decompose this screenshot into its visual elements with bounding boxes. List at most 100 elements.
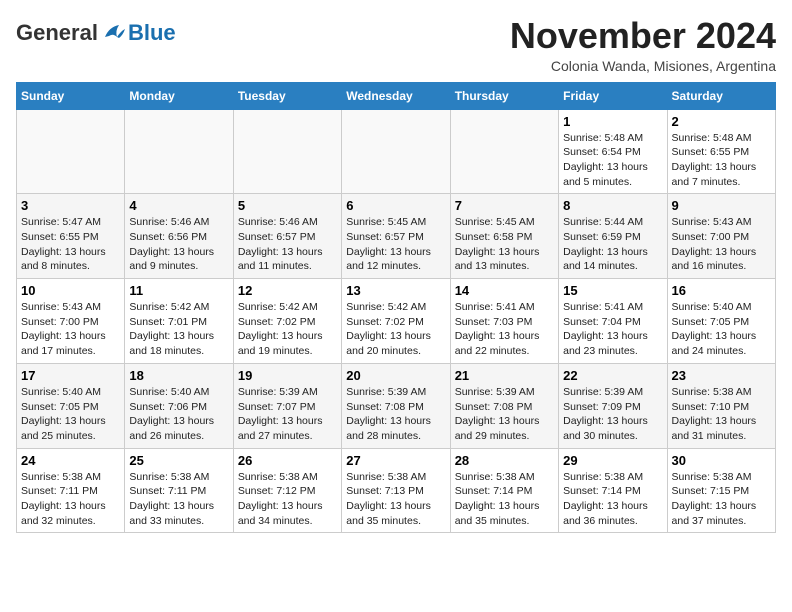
day-info: Sunrise: 5:42 AMSunset: 7:01 PMDaylight:… <box>129 300 228 359</box>
table-row: 26 Sunrise: 5:38 AMSunset: 7:12 PMDayligh… <box>233 448 341 533</box>
table-row <box>233 109 341 194</box>
day-number: 10 <box>21 283 120 298</box>
day-info: Sunrise: 5:48 AMSunset: 6:54 PMDaylight:… <box>563 131 662 190</box>
day-number: 24 <box>21 453 120 468</box>
day-number: 9 <box>672 198 771 213</box>
table-row: 3 Sunrise: 5:47 AMSunset: 6:55 PMDaylight… <box>17 194 125 279</box>
table-row <box>342 109 450 194</box>
day-info: Sunrise: 5:40 AMSunset: 7:05 PMDaylight:… <box>672 300 771 359</box>
day-info: Sunrise: 5:48 AMSunset: 6:55 PMDaylight:… <box>672 131 771 190</box>
day-number: 29 <box>563 453 662 468</box>
table-row: 22Sunrise: 5:39 AMSunset: 7:09 PMDayligh… <box>559 363 667 448</box>
table-row <box>125 109 233 194</box>
day-info: Sunrise: 5:38 AMSunset: 7:12 PMDaylight:… <box>238 470 337 529</box>
day-number: 20 <box>346 368 445 383</box>
logo-bird-icon <box>99 23 127 45</box>
day-info: Sunrise: 5:42 AMSunset: 7:02 PMDaylight:… <box>346 300 445 359</box>
day-info: Sunrise: 5:40 AMSunset: 7:06 PMDaylight:… <box>129 385 228 444</box>
day-number: 15 <box>563 283 662 298</box>
day-number: 7 <box>455 198 554 213</box>
day-info: Sunrise: 5:38 AMSunset: 7:14 PMDaylight:… <box>455 470 554 529</box>
calendar-header-row: Sunday Monday Tuesday Wednesday Thursday… <box>17 82 776 109</box>
table-row: 21 Sunrise: 5:39 AMSunset: 7:08 PMDayligh… <box>450 363 558 448</box>
table-row: 10 Sunrise: 5:43 AMSunset: 7:00 PMDayligh… <box>17 279 125 364</box>
day-number: 1 <box>563 114 662 129</box>
table-row: 30 Sunrise: 5:38 AMSunset: 7:15 PMDayligh… <box>667 448 775 533</box>
table-row: 14 Sunrise: 5:41 AMSunset: 7:03 PMDayligh… <box>450 279 558 364</box>
calendar-week-row: 10 Sunrise: 5:43 AMSunset: 7:00 PMDayligh… <box>17 279 776 364</box>
day-info: Sunrise: 5:38 AMSunset: 7:15 PMDaylight:… <box>672 470 771 529</box>
day-info: Sunrise: 5:38 AMSunset: 7:11 PMDaylight:… <box>129 470 228 529</box>
location-subtitle: Colonia Wanda, Misiones, Argentina <box>510 58 776 74</box>
day-info: Sunrise: 5:45 AMSunset: 6:58 PMDaylight:… <box>455 215 554 274</box>
table-row: 24 Sunrise: 5:38 AMSunset: 7:11 PMDayligh… <box>17 448 125 533</box>
day-info: Sunrise: 5:43 AMSunset: 7:00 PMDaylight:… <box>21 300 120 359</box>
col-sunday: Sunday <box>17 82 125 109</box>
table-row: 13 Sunrise: 5:42 AMSunset: 7:02 PMDayligh… <box>342 279 450 364</box>
day-info: Sunrise: 5:45 AMSunset: 6:57 PMDaylight:… <box>346 215 445 274</box>
day-number: 18 <box>129 368 228 383</box>
calendar-table: Sunday Monday Tuesday Wednesday Thursday… <box>16 82 776 534</box>
day-number: 30 <box>672 453 771 468</box>
day-number: 2 <box>672 114 771 129</box>
table-row: 2 Sunrise: 5:48 AMSunset: 6:55 PMDaylight… <box>667 109 775 194</box>
day-info: Sunrise: 5:38 AMSunset: 7:11 PMDaylight:… <box>21 470 120 529</box>
day-info: Sunrise: 5:47 AMSunset: 6:55 PMDaylight:… <box>21 215 120 274</box>
day-number: 13 <box>346 283 445 298</box>
day-number: 19 <box>238 368 337 383</box>
day-number: 6 <box>346 198 445 213</box>
day-info: Sunrise: 5:46 AMSunset: 6:57 PMDaylight:… <box>238 215 337 274</box>
day-number: 22 <box>563 368 662 383</box>
day-info: Sunrise: 5:42 AMSunset: 7:02 PMDaylight:… <box>238 300 337 359</box>
day-info: Sunrise: 5:41 AMSunset: 7:04 PMDaylight:… <box>563 300 662 359</box>
day-info: Sunrise: 5:41 AMSunset: 7:03 PMDaylight:… <box>455 300 554 359</box>
day-number: 12 <box>238 283 337 298</box>
table-row: 11 Sunrise: 5:42 AMSunset: 7:01 PMDayligh… <box>125 279 233 364</box>
table-row <box>450 109 558 194</box>
table-row: 19Sunrise: 5:39 AMSunset: 7:07 PMDayligh… <box>233 363 341 448</box>
table-row: 8Sunrise: 5:44 AMSunset: 6:59 PMDaylight… <box>559 194 667 279</box>
day-info: Sunrise: 5:39 AMSunset: 7:08 PMDaylight:… <box>346 385 445 444</box>
col-saturday: Saturday <box>667 82 775 109</box>
day-number: 3 <box>21 198 120 213</box>
day-number: 21 <box>455 368 554 383</box>
day-info: Sunrise: 5:39 AMSunset: 7:08 PMDaylight:… <box>455 385 554 444</box>
calendar-week-row: 3 Sunrise: 5:47 AMSunset: 6:55 PMDaylight… <box>17 194 776 279</box>
table-row: 12 Sunrise: 5:42 AMSunset: 7:02 PMDayligh… <box>233 279 341 364</box>
calendar-week-row: 24 Sunrise: 5:38 AMSunset: 7:11 PMDayligh… <box>17 448 776 533</box>
table-row: 23Sunrise: 5:38 AMSunset: 7:10 PMDayligh… <box>667 363 775 448</box>
day-number: 28 <box>455 453 554 468</box>
table-row: 9Sunrise: 5:43 AMSunset: 7:00 PMDaylight… <box>667 194 775 279</box>
table-row: 27Sunrise: 5:38 AMSunset: 7:13 PMDayligh… <box>342 448 450 533</box>
month-title: November 2024 <box>510 16 776 56</box>
table-row <box>17 109 125 194</box>
col-tuesday: Tuesday <box>233 82 341 109</box>
day-number: 25 <box>129 453 228 468</box>
day-info: Sunrise: 5:46 AMSunset: 6:56 PMDaylight:… <box>129 215 228 274</box>
day-info: Sunrise: 5:38 AMSunset: 7:10 PMDaylight:… <box>672 385 771 444</box>
day-number: 5 <box>238 198 337 213</box>
table-row: 20 Sunrise: 5:39 AMSunset: 7:08 PMDayligh… <box>342 363 450 448</box>
table-row: 17Sunrise: 5:40 AMSunset: 7:05 PMDayligh… <box>17 363 125 448</box>
calendar-week-row: 1 Sunrise: 5:48 AMSunset: 6:54 PMDaylight… <box>17 109 776 194</box>
page-header: GeneralBlue November 2024 Colonia Wanda,… <box>16 16 776 74</box>
day-number: 14 <box>455 283 554 298</box>
day-number: 27 <box>346 453 445 468</box>
table-row: 7 Sunrise: 5:45 AMSunset: 6:58 PMDaylight… <box>450 194 558 279</box>
col-wednesday: Wednesday <box>342 82 450 109</box>
day-info: Sunrise: 5:38 AMSunset: 7:14 PMDaylight:… <box>563 470 662 529</box>
table-row: 28 Sunrise: 5:38 AMSunset: 7:14 PMDayligh… <box>450 448 558 533</box>
table-row: 1 Sunrise: 5:48 AMSunset: 6:54 PMDaylight… <box>559 109 667 194</box>
day-number: 11 <box>129 283 228 298</box>
day-number: 8 <box>563 198 662 213</box>
calendar-week-row: 17Sunrise: 5:40 AMSunset: 7:05 PMDayligh… <box>17 363 776 448</box>
logo-text: GeneralBlue <box>16 20 176 46</box>
day-number: 26 <box>238 453 337 468</box>
table-row: 15 Sunrise: 5:41 AMSunset: 7:04 PMDayligh… <box>559 279 667 364</box>
day-info: Sunrise: 5:40 AMSunset: 7:05 PMDaylight:… <box>21 385 120 444</box>
logo: GeneralBlue <box>16 20 176 46</box>
col-thursday: Thursday <box>450 82 558 109</box>
day-number: 4 <box>129 198 228 213</box>
table-row: 25 Sunrise: 5:38 AMSunset: 7:11 PMDayligh… <box>125 448 233 533</box>
table-row: 18 Sunrise: 5:40 AMSunset: 7:06 PMDayligh… <box>125 363 233 448</box>
